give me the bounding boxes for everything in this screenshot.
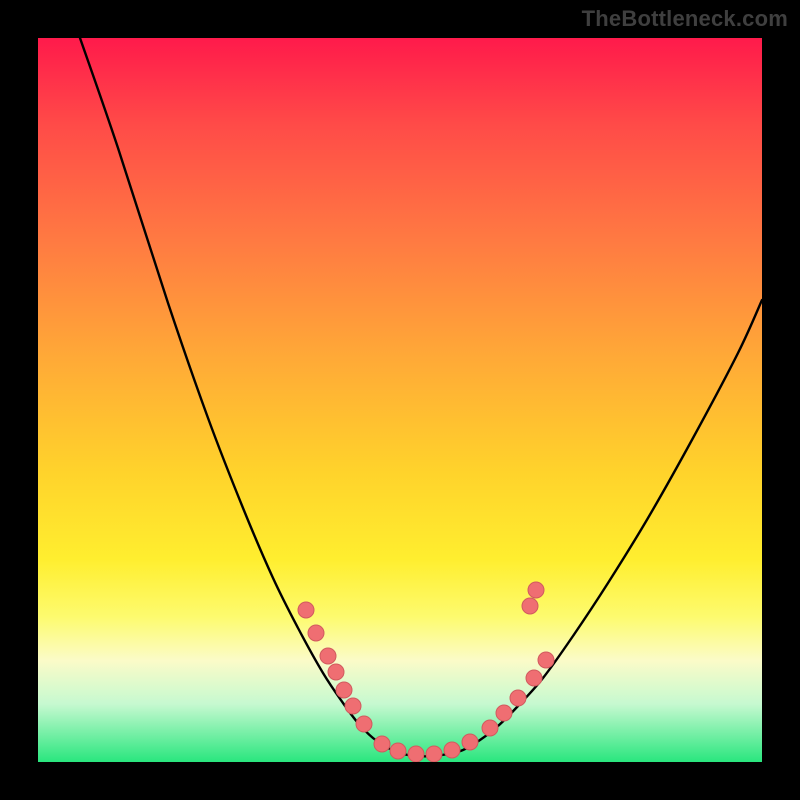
data-dot [426,746,442,762]
data-dot [496,705,512,721]
data-dot [345,698,361,714]
data-dot [308,625,324,641]
data-dot [510,690,526,706]
bottleneck-curve [80,38,762,756]
data-dot [298,602,314,618]
chart-frame: TheBottleneck.com [0,0,800,800]
watermark-text: TheBottleneck.com [582,6,788,32]
data-dot [328,664,344,680]
data-dot [528,582,544,598]
data-dot [336,682,352,698]
data-dot [538,652,554,668]
data-dot [320,648,336,664]
data-dot [390,743,406,759]
data-dot [444,742,460,758]
data-dot [356,716,372,732]
data-dots [298,582,554,762]
plot-area [38,38,762,762]
curve-svg [38,38,762,762]
data-dot [374,736,390,752]
data-dot [526,670,542,686]
data-dot [462,734,478,750]
data-dot [522,598,538,614]
data-dot [482,720,498,736]
data-dot [408,746,424,762]
